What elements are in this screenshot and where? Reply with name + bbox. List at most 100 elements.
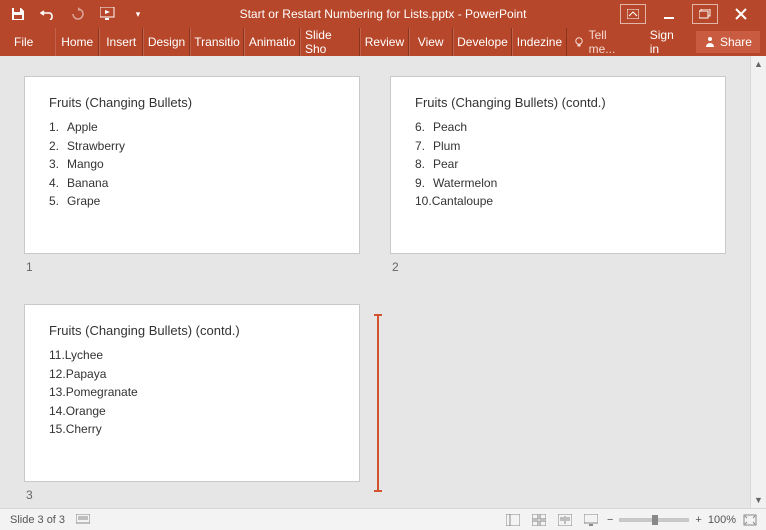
slide-title: Fruits (Changing Bullets) [49, 95, 335, 110]
tab-design[interactable]: Design [143, 28, 190, 56]
list-item: 1.Apple [49, 118, 335, 137]
slide-thumbnail-1[interactable]: Fruits (Changing Bullets) 1.Apple 2.Stra… [24, 76, 360, 274]
list-text: Cantaloupe [432, 192, 493, 211]
file-tab-label: File [14, 35, 33, 49]
zoom-level-label[interactable]: 100% [708, 514, 736, 526]
close-icon[interactable] [728, 4, 754, 24]
app-name-text: PowerPoint [465, 7, 526, 21]
list-item: 3.Mango [49, 155, 335, 174]
undo-icon[interactable] [40, 6, 56, 22]
list-num: 14. [49, 402, 66, 421]
tab-developer[interactable]: Develope [453, 28, 513, 56]
tab-label: Animatio [249, 35, 296, 49]
reading-view-icon[interactable] [557, 513, 573, 527]
slide-sorter-area[interactable]: Fruits (Changing Bullets) 1.Apple 2.Stra… [0, 56, 766, 508]
share-button[interactable]: Share [696, 31, 760, 53]
list: 6.Peach 7.Plum 8.Pear 9.Watermelon 10.Ca… [415, 118, 701, 211]
list-text: Pomegranate [66, 383, 138, 402]
tab-home[interactable]: Home [55, 28, 99, 56]
scroll-down-icon[interactable]: ▼ [751, 492, 766, 508]
zoom-in-button[interactable]: + [695, 514, 701, 526]
list-text: Strawberry [67, 137, 125, 156]
tab-review[interactable]: Review [360, 28, 408, 56]
sign-in-link[interactable]: Sign in [642, 28, 694, 56]
slide-title: Fruits (Changing Bullets) (contd.) [49, 323, 335, 338]
tab-animations[interactable]: Animatio [244, 28, 300, 56]
window-title: Start or Restart Numbering for Lists.ppt… [146, 7, 620, 21]
restore-icon[interactable] [692, 4, 718, 24]
start-from-beginning-icon[interactable] [100, 6, 116, 22]
vertical-scrollbar[interactable]: ▲ ▼ [750, 56, 766, 508]
list-text: Pear [433, 155, 458, 174]
zoom-slider[interactable] [619, 518, 689, 522]
tab-view[interactable]: View [409, 28, 453, 56]
notes-icon[interactable] [75, 513, 91, 527]
slide-number-label: 2 [392, 260, 726, 274]
slide-title: Fruits (Changing Bullets) (contd.) [415, 95, 701, 110]
list-item: 11.Lychee [49, 346, 335, 365]
minimize-icon[interactable] [656, 4, 682, 24]
list-item: 15.Cherry [49, 420, 335, 439]
list-text: Papaya [66, 365, 107, 384]
tab-label: View [418, 35, 444, 49]
list-item: 2.Strawberry [49, 137, 335, 156]
slideshow-view-icon[interactable] [583, 513, 599, 527]
slide-content: Fruits (Changing Bullets) 1.Apple 2.Stra… [24, 76, 360, 254]
slide-number-label: 3 [26, 488, 360, 502]
slide-thumbnail-2[interactable]: Fruits (Changing Bullets) (contd.) 6.Pea… [390, 76, 726, 274]
list-text: Grape [67, 192, 100, 211]
redo-icon[interactable] [70, 6, 86, 22]
zoom-slider-thumb[interactable] [652, 515, 658, 525]
list-item: 9.Watermelon [415, 174, 701, 193]
slide-content: Fruits (Changing Bullets) (contd.) 11.Ly… [24, 304, 360, 482]
quick-access-toolbar: ▾ [0, 6, 146, 22]
list: 1.Apple 2.Strawberry 3.Mango 4.Banana 5.… [49, 118, 335, 211]
save-icon[interactable] [10, 6, 26, 22]
tab-label: Slide Sho [305, 28, 355, 56]
tab-indezine[interactable]: Indezine [512, 28, 566, 56]
list-item: 14.Orange [49, 402, 335, 421]
zoom-out-button[interactable]: − [607, 514, 613, 526]
list-item: 8.Pear [415, 155, 701, 174]
insertion-cursor [377, 314, 379, 492]
tab-label: Design [148, 35, 185, 49]
list-text: Peach [433, 118, 467, 137]
share-label: Share [720, 35, 752, 49]
list-num: 4. [49, 174, 67, 193]
list-num: 11. [49, 346, 65, 365]
share-icon [704, 36, 716, 48]
slide-counter[interactable]: Slide 3 of 3 [10, 514, 65, 526]
list-num: 9. [415, 174, 433, 193]
slide-number-label: 1 [26, 260, 360, 274]
filename-text: Start or Restart Numbering for Lists.ppt… [240, 7, 455, 21]
slide-sorter-view-icon[interactable] [531, 513, 547, 527]
list-num: 10. [415, 192, 432, 211]
fit-to-window-icon[interactable] [742, 513, 758, 527]
list-text: Watermelon [433, 174, 497, 193]
tab-insert[interactable]: Insert [99, 28, 143, 56]
scroll-up-icon[interactable]: ▲ [751, 56, 766, 72]
list-num: 6. [415, 118, 433, 137]
list-text: Apple [67, 118, 98, 137]
list-text: Mango [67, 155, 104, 174]
normal-view-icon[interactable] [505, 513, 521, 527]
qat-dropdown-icon[interactable]: ▾ [130, 6, 146, 22]
ribbon-display-options-icon[interactable] [620, 4, 646, 24]
tab-label: Insert [106, 35, 136, 49]
ribbon-tabs: File Home Insert Design Transitio Animat… [0, 28, 766, 56]
ribbon-tab-list: Home Insert Design Transitio Animatio Sl… [55, 28, 566, 56]
file-tab[interactable]: File [0, 28, 47, 56]
tab-transitions[interactable]: Transitio [190, 28, 245, 56]
tab-label: Develope [457, 35, 508, 49]
list: 11.Lychee 12.Papaya 13.Pomegranate 14.Or… [49, 346, 335, 439]
list-num: 1. [49, 118, 67, 137]
tab-label: Indezine [517, 35, 562, 49]
list-item: 13.Pomegranate [49, 383, 335, 402]
slide-content: Fruits (Changing Bullets) (contd.) 6.Pea… [390, 76, 726, 254]
tell-me-search[interactable]: Tell me... [567, 28, 642, 56]
tab-slideshow[interactable]: Slide Sho [300, 28, 360, 56]
tell-me-label: Tell me... [589, 28, 636, 56]
slide-thumbnail-3[interactable]: Fruits (Changing Bullets) (contd.) 11.Ly… [24, 304, 360, 502]
list-text: Plum [433, 137, 460, 156]
list-num: 12. [49, 365, 66, 384]
